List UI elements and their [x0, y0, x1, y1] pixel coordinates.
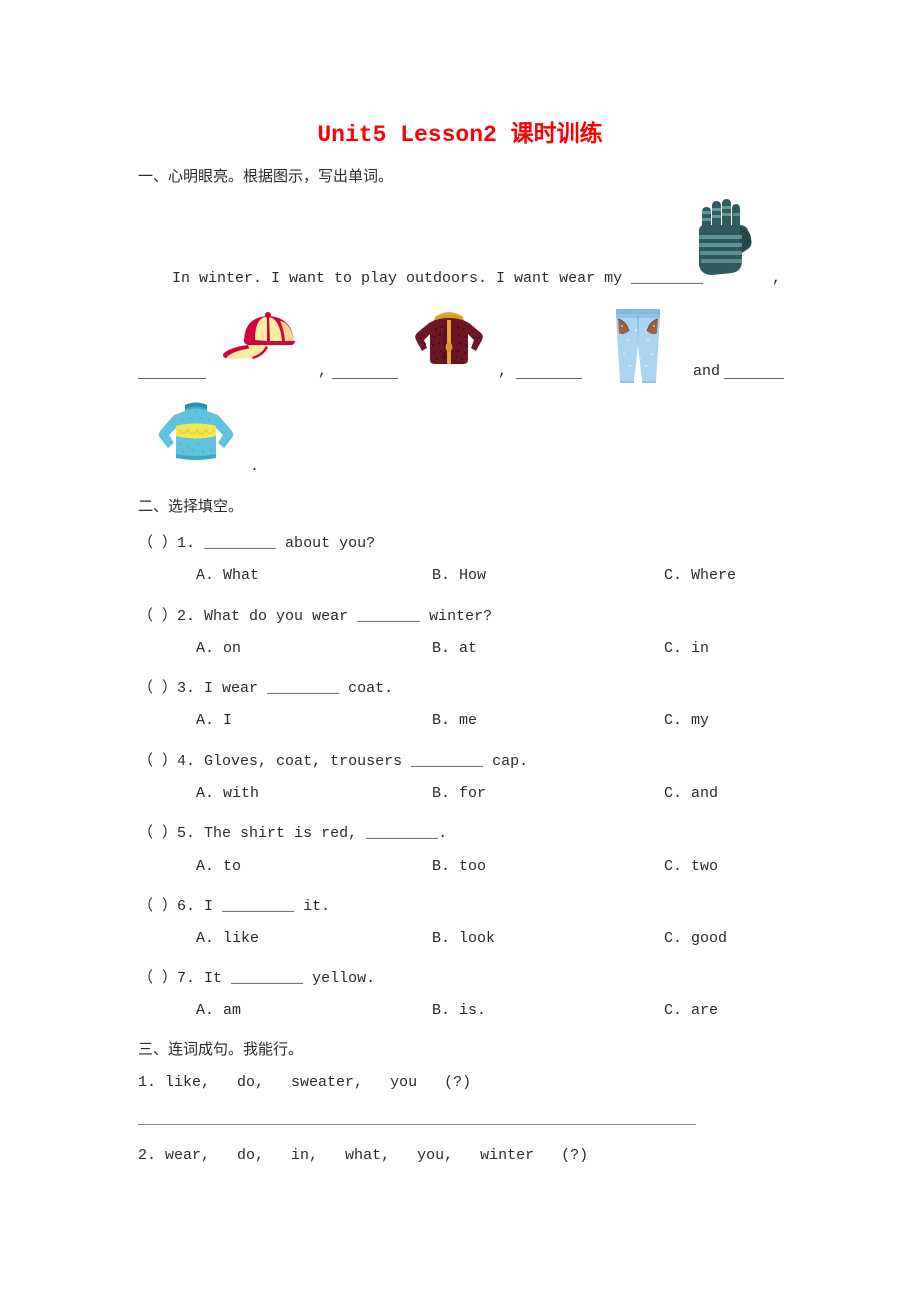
question-5-number: 5. [177, 825, 196, 842]
question-7-marker[interactable]: （ ） [138, 970, 177, 987]
question-5-stem: （ ）5. The shirt is red, ________. [138, 821, 447, 842]
page-title-english: Unit5 Lesson2 [317, 122, 511, 148]
question-7-option-a[interactable]: A. am [196, 1002, 241, 1019]
question-1-marker[interactable]: （ ） [138, 535, 177, 552]
question-4-option-b[interactable]: B. for [432, 785, 486, 802]
question-3-number: 3. [177, 680, 196, 697]
page-title: Unit5 Lesson2 课时训练 [0, 114, 920, 148]
question-7-option-b[interactable]: B. is. [432, 1002, 486, 1019]
question-4-number: 4. [177, 753, 196, 770]
cap-image [222, 310, 306, 362]
section-one-heading: 一、心明眼亮。根据图示，写出单词。 [138, 167, 394, 185]
question-3-option-b[interactable]: B. me [432, 712, 477, 729]
question-6-marker[interactable]: （ ） [138, 898, 177, 915]
exercise-one-blank-2[interactable] [138, 378, 206, 379]
question-5-option-b[interactable]: B. too [432, 858, 486, 875]
question-5-option-a[interactable]: A. to [196, 858, 241, 875]
question-6-option-b[interactable]: B. look [432, 930, 495, 947]
exercise-one-comma-2: , [318, 363, 328, 380]
exercise-one-comma-1: , [772, 270, 782, 287]
question-1-option-c[interactable]: C. Where [664, 567, 736, 584]
exercise-one-comma-3: , [498, 363, 508, 380]
rearrange-item-1: 1. like, do, sweater, you (?) [138, 1074, 471, 1091]
question-4-text: Gloves, coat, trousers ________ cap. [204, 753, 529, 770]
section-two-heading: 二、选择填空。 [138, 497, 244, 515]
sweater-image [152, 400, 240, 462]
section-three-heading: 三、连词成句。我能行。 [138, 1040, 304, 1058]
question-2-option-c[interactable]: C. in [664, 640, 709, 657]
question-7-option-c[interactable]: C. are [664, 1002, 718, 1019]
question-7-number: 7. [177, 970, 196, 987]
exercise-one-conjunction: and [693, 363, 721, 380]
rearrange-item-2: 2. wear, do, in, what, you, winter (?) [138, 1147, 588, 1164]
question-2-text: What do you wear _______ winter? [204, 608, 493, 625]
question-3-option-c[interactable]: C. my [664, 712, 709, 729]
question-7-stem: （ ）7. It ________ yellow. [138, 966, 375, 987]
question-6-option-a[interactable]: A. like [196, 930, 259, 947]
question-4-option-c[interactable]: C. and [664, 785, 718, 802]
question-1-stem: （ ）1. ________ about you? [138, 531, 375, 552]
question-3-option-a[interactable]: A. I [196, 712, 232, 729]
question-2-marker[interactable]: （ ） [138, 608, 177, 625]
question-5-option-c[interactable]: C. two [664, 858, 718, 875]
exercise-one-sentence: In winter. I want to play outdoors. I wa… [172, 270, 704, 287]
question-4-option-a[interactable]: A. with [196, 785, 259, 802]
question-2-option-b[interactable]: B. at [432, 640, 477, 657]
question-3-text: I wear ________ coat. [204, 680, 394, 697]
question-1-number: 1. [177, 535, 196, 552]
question-6-option-c[interactable]: C. good [664, 930, 727, 947]
rearrange-answer-line-1[interactable] [138, 1124, 696, 1125]
question-3-stem: （ ）3. I wear ________ coat. [138, 676, 393, 697]
question-3-marker[interactable]: （ ） [138, 680, 177, 697]
question-1-text: ________ about you? [204, 535, 376, 552]
question-5-text: The shirt is red, ________. [204, 825, 448, 842]
question-1-option-b[interactable]: B. How [432, 567, 486, 584]
question-7-text: It ________ yellow. [204, 970, 376, 987]
rearrange-item-1-number: 1. [138, 1074, 157, 1091]
question-4-stem: （ ）4. Gloves, coat, trousers ________ ca… [138, 749, 528, 770]
trousers-image [611, 305, 665, 383]
exercise-one-period: . [250, 458, 260, 475]
exercise-one-blank-5[interactable] [724, 378, 784, 379]
question-4-marker[interactable]: （ ） [138, 753, 177, 770]
question-1-option-a[interactable]: A. What [196, 567, 259, 584]
question-6-text: I ________ it. [204, 898, 331, 915]
question-6-number: 6. [177, 898, 196, 915]
rearrange-item-1-words: like, do, sweater, you (?) [165, 1074, 472, 1091]
question-5-marker[interactable]: （ ） [138, 825, 177, 842]
rearrange-item-2-number: 2. [138, 1147, 157, 1164]
exercise-one-blank-3[interactable] [332, 378, 398, 379]
worksheet-page: Unit5 Lesson2 课时训练 一、心明眼亮。根据图示，写出单词。 In … [0, 0, 920, 1302]
page-title-chinese: 课时训练 [510, 121, 603, 147]
question-2-number: 2. [177, 608, 196, 625]
question-2-stem: （ ）2. What do you wear _______ winter? [138, 604, 492, 625]
question-2-option-a[interactable]: A. on [196, 640, 241, 657]
question-6-stem: （ ）6. I ________ it. [138, 894, 330, 915]
coat-image [412, 307, 486, 369]
rearrange-item-2-words: wear, do, in, what, you, winter (?) [165, 1147, 589, 1164]
exercise-one-blank-4[interactable] [516, 378, 582, 379]
glove-image [688, 199, 754, 277]
